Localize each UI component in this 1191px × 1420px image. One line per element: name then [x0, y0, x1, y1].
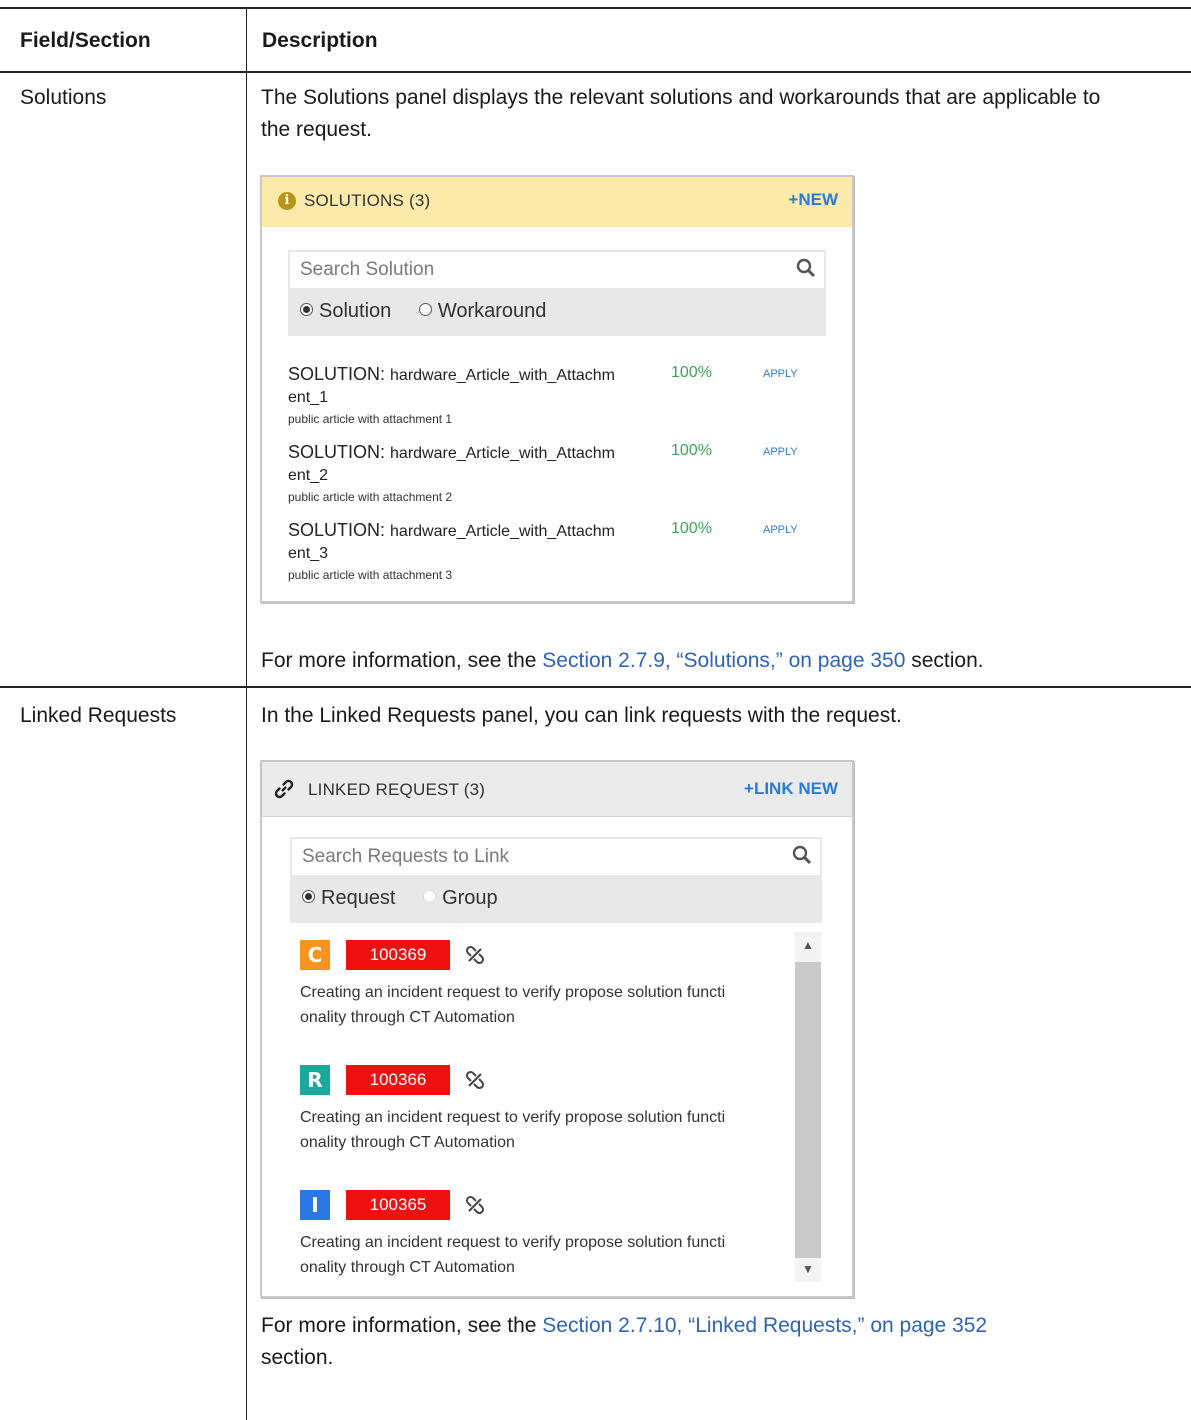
unlink-icon[interactable] — [464, 1069, 486, 1091]
radio-workaround-label: Workaround — [437, 300, 547, 322]
solution-item: SOLUTION: hardware_Article_with_Attachm … — [288, 442, 828, 504]
radio-unselected-icon — [418, 303, 432, 317]
request-description: Creating an incident request to verify p… — [300, 980, 800, 1030]
solution-match-percent: 100% — [671, 442, 712, 459]
request-type-badge: C — [300, 940, 330, 970]
link-new-button[interactable]: +LINK NEW — [744, 779, 838, 799]
apply-button[interactable]: APPLY — [763, 446, 798, 458]
solution-match-percent: 100% — [671, 364, 712, 381]
solution-name: hardware_Article_with_Attachm — [390, 367, 616, 384]
linked-request-search-area: Search Requests to Link Request Group — [290, 837, 822, 923]
radio-request-label: Request — [321, 887, 396, 909]
solutions-panel-header: i SOLUTIONS (3) +NEW — [262, 177, 852, 227]
request-description-line1: Creating an incident request to verify p… — [300, 1109, 726, 1126]
request-id-link[interactable]: 100369 — [346, 940, 450, 970]
unlink-icon[interactable] — [464, 944, 486, 966]
solution-name-cont: ent_3 — [288, 545, 329, 562]
solution-title[interactable]: SOLUTION: hardware_Article_with_Attachm … — [288, 364, 648, 408]
solution-type-radios: Solution Workaround — [300, 300, 546, 323]
request-description-line2: onality through CT Automation — [300, 1009, 515, 1026]
radio-group-label: Group — [442, 887, 498, 909]
linked-request-panel-title: LINKED REQUEST (3) — [308, 780, 486, 799]
apply-button[interactable]: APPLY — [763, 368, 798, 380]
scroll-thumb[interactable] — [795, 962, 821, 1258]
solution-subtitle: public article with attachment 2 — [288, 490, 453, 504]
field-description-table: Field/Section Description Solutions The … — [0, 0, 1191, 1420]
row-divider — [0, 686, 1191, 688]
table-top-border — [0, 7, 1191, 9]
more-info-suffix: section. — [261, 1346, 334, 1369]
request-description-line2: onality through CT Automation — [300, 1259, 515, 1276]
request-description-line1: Creating an incident request to verify p… — [300, 984, 726, 1001]
linked-requests-list[interactable]: C 100369 Creating an incident request to… — [290, 932, 820, 1278]
search-solution-input[interactable]: Search Solution — [290, 252, 824, 288]
request-description: Creating an incident request to verify p… — [300, 1105, 800, 1155]
request-type-badge: R — [300, 1065, 330, 1095]
field-linked-requests: Linked Requests — [20, 704, 177, 727]
solution-subtitle: public article with attachment 1 — [288, 412, 453, 426]
vertical-scrollbar[interactable]: ▲ ▼ — [795, 932, 821, 1282]
solution-name: hardware_Article_with_Attachm — [390, 445, 616, 462]
info-icon: i — [278, 192, 296, 210]
scroll-down-icon[interactable]: ▼ — [802, 1262, 814, 1276]
request-description: Creating an incident request to verify p… — [300, 1230, 800, 1280]
search-requests-input[interactable]: Search Requests to Link — [292, 839, 820, 875]
solution-name-cont: ent_1 — [288, 389, 329, 406]
request-type-badge: I — [300, 1190, 330, 1220]
solution-item: SOLUTION: hardware_Article_with_Attachm … — [288, 520, 828, 582]
solution-name-cont: ent_2 — [288, 467, 329, 484]
linked-requests-description: In the Linked Requests panel, you can li… — [261, 704, 902, 727]
solution-prefix: SOLUTION: — [288, 520, 391, 540]
solutions-section-link[interactable]: Section 2.7.9, “Solutions,” on page 350 — [542, 649, 905, 672]
linked-request-panel-header: LINKED REQUEST (3) +LINK NEW — [262, 762, 852, 817]
apply-button[interactable]: APPLY — [763, 524, 798, 536]
radio-group[interactable]: Group — [423, 887, 498, 909]
radio-solution-label: Solution — [319, 300, 392, 322]
request-id-link[interactable]: 100365 — [346, 1190, 450, 1220]
link-icon — [274, 779, 294, 799]
solution-match-percent: 100% — [671, 520, 712, 537]
solution-name: hardware_Article_with_Attachm — [390, 523, 616, 540]
more-info-suffix: section. — [905, 649, 984, 672]
search-icon[interactable] — [792, 845, 812, 865]
solutions-more-info: For more information, see the Section 2.… — [261, 645, 1161, 677]
solution-item: SOLUTION: hardware_Article_with_Attachm … — [288, 364, 828, 426]
solution-title[interactable]: SOLUTION: hardware_Article_with_Attachm … — [288, 442, 648, 486]
solution-title[interactable]: SOLUTION: hardware_Article_with_Attachm … — [288, 520, 648, 564]
solutions-panel-title: SOLUTIONS (3) — [304, 191, 431, 210]
radio-solution[interactable]: Solution — [300, 300, 391, 322]
solutions-panel: i SOLUTIONS (3) +NEW Search Solution Sol… — [260, 175, 854, 603]
header-bottom-border — [0, 71, 1191, 73]
header-description: Description — [262, 29, 378, 52]
header-field-section: Field/Section — [20, 29, 151, 52]
column-divider — [246, 7, 247, 1420]
linked-requests-more-info: For more information, see the Section 2.… — [261, 1310, 1141, 1374]
solution-subtitle: public article with attachment 3 — [288, 568, 453, 582]
scroll-up-icon[interactable]: ▲ — [802, 938, 814, 952]
search-icon[interactable] — [796, 258, 816, 278]
request-id-link[interactable]: 100366 — [346, 1065, 450, 1095]
radio-request[interactable]: Request — [302, 887, 396, 909]
request-description-line2: onality through CT Automation — [300, 1134, 515, 1151]
radio-selected-icon — [302, 890, 315, 904]
solutions-description: The Solutions panel displays the relevan… — [261, 86, 1101, 141]
more-info-prefix: For more information, see the — [261, 1314, 543, 1337]
more-info-prefix: For more information, see the — [261, 649, 543, 672]
solutions-search-area: Search Solution Solution Workaround — [288, 250, 826, 336]
linked-requests-section-link[interactable]: Section 2.7.10, “Linked Requests,” on pa… — [542, 1314, 987, 1337]
link-type-radios: Request Group — [302, 887, 498, 910]
radio-selected-icon — [300, 303, 313, 317]
new-solution-button[interactable]: +NEW — [788, 190, 838, 210]
solution-prefix: SOLUTION: — [288, 364, 391, 384]
radio-unselected-icon — [423, 890, 437, 904]
request-description-line1: Creating an incident request to verify p… — [300, 1234, 726, 1251]
linked-request-panel: LINKED REQUEST (3) +LINK NEW Search Requ… — [260, 760, 854, 1298]
field-solutions: Solutions — [20, 86, 107, 109]
radio-workaround[interactable]: Workaround — [418, 300, 547, 322]
unlink-icon[interactable] — [464, 1194, 486, 1216]
solution-prefix: SOLUTION: — [288, 442, 391, 462]
